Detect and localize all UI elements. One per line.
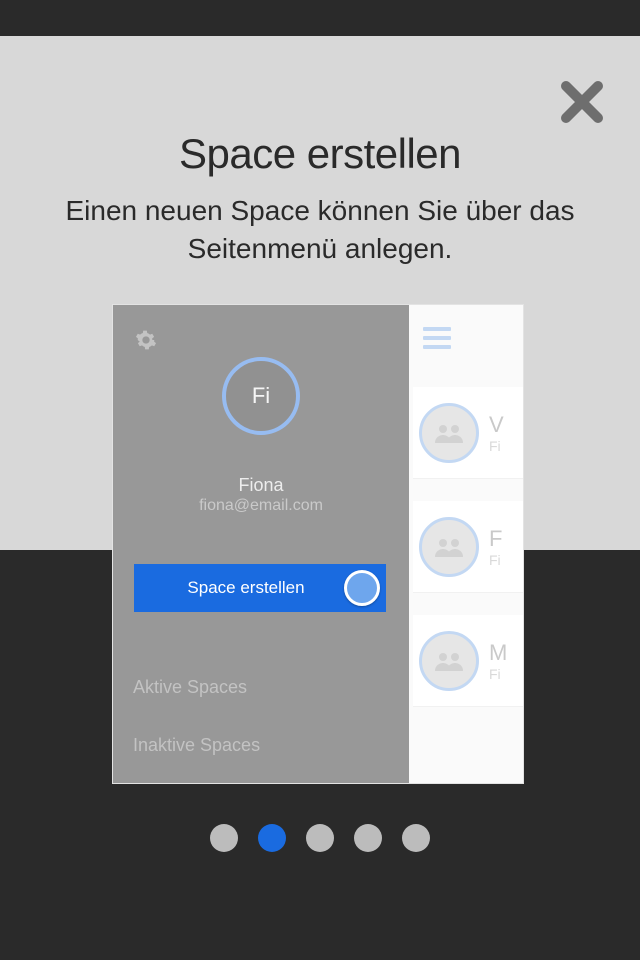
- space-item-sub: Fi: [489, 552, 502, 568]
- main-content: V Fi F Fi: [409, 305, 523, 783]
- space-item-title: M: [489, 640, 507, 666]
- avatar-initials: Fi: [252, 383, 270, 409]
- space-item-sub: Fi: [489, 438, 504, 454]
- tap-indicator-icon: [344, 570, 380, 606]
- user-name: Fiona: [113, 475, 409, 496]
- avatar[interactable]: Fi: [222, 357, 300, 435]
- space-list-item[interactable]: F Fi: [413, 501, 523, 593]
- create-space-button[interactable]: Space erstellen: [134, 564, 386, 612]
- create-space-label: Space erstellen: [154, 578, 344, 598]
- page-dot[interactable]: [402, 824, 430, 852]
- onboarding-title: Space erstellen: [0, 130, 640, 178]
- group-avatar: [419, 517, 479, 577]
- gear-icon[interactable]: [135, 329, 157, 351]
- side-menu: Fi Fiona fiona@email.com Aktive Spaces I…: [113, 305, 409, 783]
- space-item-sub: Fi: [489, 666, 507, 682]
- group-avatar: [419, 403, 479, 463]
- page-dot[interactable]: [210, 824, 238, 852]
- user-email: fiona@email.com: [113, 497, 409, 515]
- space-item-title: V: [489, 412, 504, 438]
- page-dot[interactable]: [354, 824, 382, 852]
- active-spaces-label: Aktive Spaces: [133, 677, 247, 698]
- page-dot[interactable]: [306, 824, 334, 852]
- close-icon: [558, 78, 606, 126]
- space-item-title: F: [489, 526, 502, 552]
- close-button[interactable]: [558, 78, 606, 126]
- group-icon: [433, 421, 465, 445]
- space-list-item[interactable]: M Fi: [413, 615, 523, 707]
- phone-preview: V Fi F Fi: [112, 304, 524, 784]
- hamburger-icon[interactable]: [423, 327, 451, 349]
- group-icon: [433, 535, 465, 559]
- page-indicator: [0, 824, 640, 852]
- group-icon: [433, 649, 465, 673]
- onboarding-subtitle: Einen neuen Space können Sie über das Se…: [30, 192, 610, 268]
- space-list-item[interactable]: V Fi: [413, 387, 523, 479]
- inactive-spaces-label: Inaktive Spaces: [133, 735, 260, 756]
- page-dot-active[interactable]: [258, 824, 286, 852]
- group-avatar: [419, 631, 479, 691]
